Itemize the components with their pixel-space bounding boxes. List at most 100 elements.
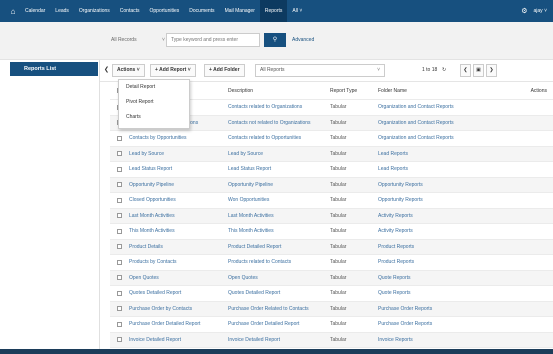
table-row[interactable]: Contacts by Opportunities Contacts relate… xyxy=(110,131,553,147)
nav-calendar[interactable]: Calendar xyxy=(20,0,50,22)
nav-all[interactable]: All ˅ xyxy=(287,0,307,22)
report-type: Tabular xyxy=(330,166,347,173)
report-name-link[interactable]: Invoice Detailed Report xyxy=(129,333,227,348)
add-folder-button[interactable]: + Add Folder xyxy=(204,64,245,77)
report-name-link[interactable]: Product Details xyxy=(129,240,227,255)
row-checkbox[interactable] xyxy=(117,240,123,255)
menu-item-charts[interactable]: Charts xyxy=(119,110,189,125)
add-report-button[interactable]: + Add Report ˅ xyxy=(150,64,196,77)
next-page-button[interactable]: ❯ xyxy=(486,64,497,77)
row-checkbox[interactable] xyxy=(117,131,123,146)
advanced-search-link[interactable]: Advanced xyxy=(292,33,314,47)
os-taskbar xyxy=(0,349,553,354)
row-checkbox[interactable] xyxy=(117,209,123,224)
home-icon[interactable]: ⌂ xyxy=(6,7,20,16)
report-name-link[interactable]: Opportunity Pipeline xyxy=(129,178,227,193)
user-menu[interactable]: ajay ˅ xyxy=(534,8,548,14)
row-checkbox[interactable] xyxy=(117,317,123,332)
page-jump-button[interactable]: ▣ xyxy=(473,64,484,77)
header-folder-name[interactable]: Folder Name xyxy=(378,82,488,99)
folder-name: Purchase Order Reports xyxy=(378,321,433,328)
report-description: Opportunity Pipeline xyxy=(228,181,274,188)
report-filter-select[interactable]: All Reports ˅ xyxy=(255,64,385,77)
table-row[interactable]: Products by Contacts Products related to … xyxy=(110,255,553,271)
report-name-link[interactable]: Purchase Order by Contacts xyxy=(129,302,227,317)
header-report-type[interactable]: Report Type xyxy=(330,82,370,99)
report-name-link[interactable]: Last Month Activities xyxy=(129,209,227,224)
sidebar-item-reports-list[interactable]: Reports List xyxy=(10,62,98,76)
report-name-link[interactable]: Contacts by Opportunities xyxy=(129,131,227,146)
row-checkbox[interactable] xyxy=(117,178,123,193)
table-row[interactable]: Purchase Order Detailed Report Purchase O… xyxy=(110,317,553,333)
folder-name: Invoice Reports xyxy=(378,336,413,343)
report-name-link[interactable]: This Month Activities xyxy=(129,224,227,239)
collapse-sidebar-icon[interactable]: ❮ xyxy=(104,66,109,73)
row-checkbox[interactable] xyxy=(117,224,123,239)
menu-item-pivot-report[interactable]: Pivot Report xyxy=(119,95,189,110)
table-row[interactable]: Invoice Detailed Report Invoice Detailed … xyxy=(110,332,553,348)
nav-leads[interactable]: Leads xyxy=(50,0,74,22)
document-icon: ▣ xyxy=(476,67,481,73)
nav-documents[interactable]: Documents xyxy=(184,0,219,22)
report-name-link[interactable]: Open Quotes xyxy=(129,271,227,286)
report-name-link[interactable]: Products by Contacts xyxy=(129,255,227,270)
table-row[interactable]: Purchase Order by Contacts Purchase Order… xyxy=(110,301,553,317)
report-name-link[interactable]: Lead Status Report xyxy=(129,162,227,177)
folder-name: Product Reports xyxy=(378,259,415,266)
chevron-down-icon: ˅ xyxy=(187,67,191,73)
checkbox-icon xyxy=(117,290,122,296)
table-row[interactable]: Opportunity Pipeline Opportunity Pipeline… xyxy=(110,177,553,193)
folder-name: Quote Reports xyxy=(378,290,411,297)
nav-opportunities[interactable]: Opportunities xyxy=(145,0,185,22)
previous-page-button[interactable]: ❮ xyxy=(460,64,471,77)
nav-contacts[interactable]: Contacts xyxy=(115,0,145,22)
row-checkbox[interactable] xyxy=(117,255,123,270)
header-description[interactable]: Description xyxy=(228,82,328,99)
add-report-dropdown: Detail Report Pivot Report Charts xyxy=(118,79,190,129)
report-type: Tabular xyxy=(330,119,347,126)
report-description: Products related to Contacts xyxy=(228,259,292,266)
report-type: Tabular xyxy=(330,243,347,250)
report-name-link[interactable]: Purchase Order Detailed Report xyxy=(129,317,227,332)
row-checkbox[interactable] xyxy=(117,162,123,177)
folder-name: Purchase Order Reports xyxy=(378,305,433,312)
search-input[interactable] xyxy=(166,33,260,47)
chevron-right-icon: ❯ xyxy=(489,67,494,73)
nav-mail-manager[interactable]: Mail Manager xyxy=(220,0,260,22)
refresh-icon[interactable]: ↻ xyxy=(442,64,446,77)
table-row[interactable]: This Month Activities This Month Activiti… xyxy=(110,224,553,240)
row-checkbox[interactable] xyxy=(117,193,123,208)
row-checkbox[interactable] xyxy=(117,302,123,317)
report-description: Purchase Order Detailed Report xyxy=(228,321,300,328)
gear-icon[interactable]: ⚙ xyxy=(521,7,527,15)
checkbox-icon xyxy=(117,259,122,265)
table-row[interactable]: Lead by Source Lead by Source Tabular Lead … xyxy=(110,146,553,162)
records-select[interactable]: All Records ˅ xyxy=(108,33,166,47)
table-row[interactable]: Product Details Product Detailed Report Ta… xyxy=(110,239,553,255)
row-checkbox[interactable] xyxy=(117,147,123,162)
search-button[interactable]: ⚲ xyxy=(264,33,286,47)
row-checkbox[interactable] xyxy=(117,286,123,301)
report-name-link[interactable]: Quotes Detailed Report xyxy=(129,286,227,301)
table-row[interactable]: Lead Status Report Lead Status Report Tabu… xyxy=(110,162,553,178)
table-row[interactable]: Open Quotes Open Quotes Tabular Quote Repor… xyxy=(110,270,553,286)
report-description: Contacts not related to Organizations xyxy=(228,119,311,126)
folder-name: Organization and Contact Reports xyxy=(378,119,454,126)
row-checkbox[interactable] xyxy=(117,333,123,348)
table-row[interactable]: Last Month Activities Last Month Activiti… xyxy=(110,208,553,224)
folder-name: Activity Reports xyxy=(378,228,413,235)
nav-reports[interactable]: Reports xyxy=(259,0,288,22)
table-row[interactable]: Closed Opportunities Won Opportunities Tab… xyxy=(110,193,553,209)
actions-button[interactable]: Actions ˅ xyxy=(112,64,145,77)
nav-organizations[interactable]: Organizations xyxy=(74,0,115,22)
report-name-link[interactable]: Lead by Source xyxy=(129,147,227,162)
checkbox-icon xyxy=(117,244,122,250)
table-row[interactable]: Quotes Detailed Report Quotes Detailed Re… xyxy=(110,286,553,302)
report-name-link[interactable]: Closed Opportunities xyxy=(129,193,227,208)
add-report-button-label: + Add Report xyxy=(155,67,187,73)
checkbox-icon xyxy=(117,182,122,188)
row-checkbox[interactable] xyxy=(117,271,123,286)
menu-item-detail-report[interactable]: Detail Report xyxy=(119,80,189,95)
report-type: Tabular xyxy=(330,321,347,328)
report-type: Tabular xyxy=(330,228,347,235)
